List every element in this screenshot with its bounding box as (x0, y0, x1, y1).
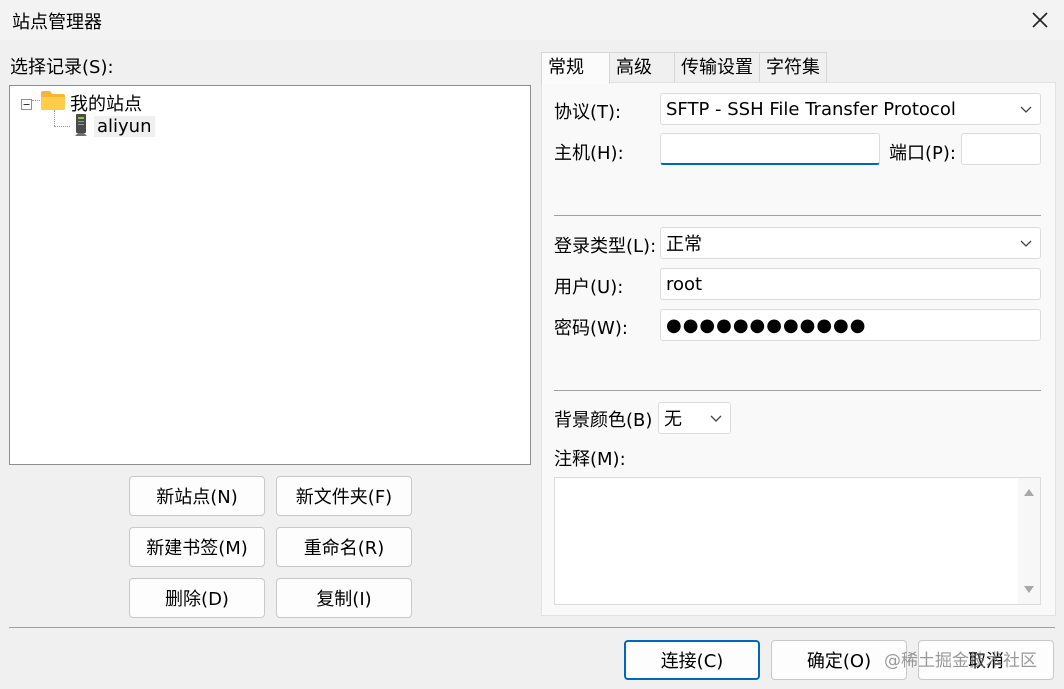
host-input[interactable] (660, 133, 880, 165)
divider (554, 215, 1041, 216)
comments-label: 注释(M): (554, 449, 626, 470)
close-icon[interactable] (1026, 6, 1054, 34)
cancel-button[interactable]: 取消 (918, 640, 1054, 680)
select-entry-label: 选择记录(S): (10, 57, 114, 78)
port-input[interactable] (961, 133, 1041, 165)
comments-textarea[interactable] (554, 477, 1041, 605)
protocol-label: 协议(T): (554, 102, 622, 123)
delete-button[interactable]: 删除(D) (129, 578, 265, 618)
scrollbar[interactable] (1018, 478, 1040, 604)
bg-color-label: 背景颜色(B) (554, 410, 653, 431)
user-label: 用户(U): (554, 277, 624, 298)
bg-color-select[interactable]: 无 (658, 402, 731, 434)
tab-charset[interactable]: 字符集 (759, 52, 827, 82)
tab-general[interactable]: 常规 (541, 52, 610, 84)
tab-advanced[interactable]: 高级 (609, 52, 675, 82)
logon-type-value: 正常 (666, 234, 702, 255)
tab-strip: 常规 高级 传输设置 字符集 (541, 52, 1056, 84)
tree-item-aliyun[interactable]: aliyun (94, 116, 155, 137)
footer-divider (9, 627, 1055, 628)
copy-button[interactable]: 复制(I) (276, 578, 412, 618)
tree-connector (54, 126, 70, 127)
ok-button[interactable]: 确定(O) (771, 640, 907, 680)
logon-type-label: 登录类型(L): (554, 236, 657, 257)
password-value: ●●●●●●●●●●●● (666, 314, 867, 336)
new-site-button[interactable]: 新站点(N) (129, 476, 265, 516)
scroll-up-icon[interactable] (1024, 488, 1034, 496)
title-bar (0, 0, 1064, 40)
chevron-down-icon (1020, 106, 1032, 113)
protocol-value: SFTP - SSH File Transfer Protocol (666, 98, 956, 120)
logon-type-select[interactable]: 正常 (660, 227, 1041, 259)
divider (554, 390, 1041, 391)
bg-color-value: 无 (664, 409, 682, 430)
site-tree[interactable]: 我的站点 aliyun (9, 85, 531, 465)
tree-connector (32, 100, 40, 101)
chevron-down-icon (1020, 240, 1032, 247)
password-input[interactable]: ●●●●●●●●●●●● (660, 309, 1041, 341)
password-label: 密码(W): (554, 318, 628, 339)
collapse-icon[interactable] (21, 95, 32, 110)
host-label: 主机(H): (554, 143, 624, 164)
tree-connector (54, 110, 55, 126)
tab-transfer-settings[interactable]: 传输设置 (674, 52, 760, 82)
protocol-select[interactable]: SFTP - SSH File Transfer Protocol (660, 93, 1041, 125)
window-title: 站点管理器 (12, 12, 102, 33)
port-label: 端口(P): (889, 143, 956, 164)
connect-button[interactable]: 连接(C) (624, 640, 760, 680)
user-value: root (666, 273, 703, 295)
chevron-down-icon (710, 415, 722, 422)
scroll-down-icon[interactable] (1024, 586, 1034, 594)
rename-button[interactable]: 重命名(R) (276, 527, 412, 567)
folder-icon (40, 89, 66, 111)
user-input[interactable]: root (660, 268, 1041, 300)
server-icon (73, 113, 89, 137)
new-folder-button[interactable]: 新文件夹(F) (276, 476, 412, 516)
new-bookmark-button[interactable]: 新建书签(M) (129, 527, 265, 567)
